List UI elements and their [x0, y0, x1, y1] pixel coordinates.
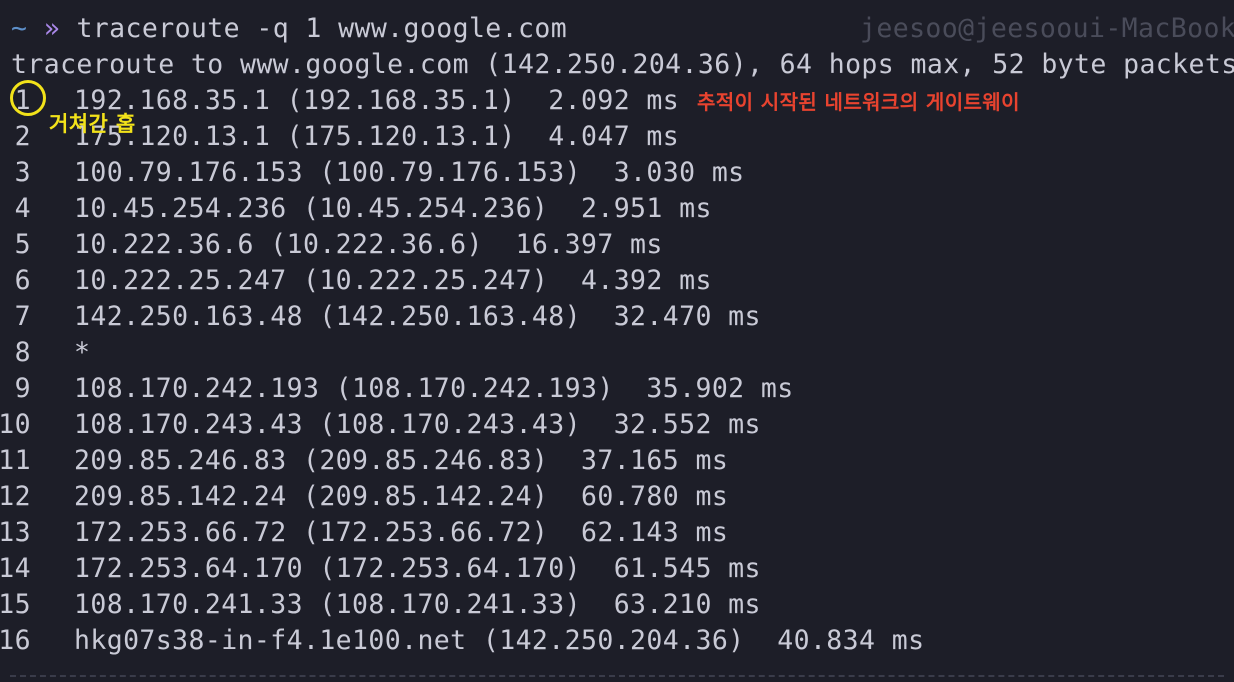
hop-detail: 172.253.66.72 (172.253.66.72) 62.143 ms: [74, 517, 729, 548]
hop-detail: 192.168.35.1 (192.168.35.1) 2.092 ms: [74, 85, 680, 116]
hop-number: 11: [0, 445, 31, 476]
hop-detail: 108.170.242.193 (108.170.242.193) 35.902…: [74, 373, 794, 404]
hop-detail: 142.250.163.48 (142.250.163.48) 32.470 m…: [74, 301, 761, 332]
hop-number: 6: [14, 265, 31, 296]
hop-number: 3: [14, 157, 31, 188]
hop-detail: 175.120.13.1 (175.120.13.1) 4.047 ms: [74, 121, 680, 152]
hop-number: 2: [14, 121, 31, 152]
hop-number: 12: [0, 481, 31, 512]
hop-number: 10: [0, 409, 31, 440]
hop-detail: *: [74, 337, 91, 368]
right-prompt-user-host: jeesoo@jeesooui-MacBookP: [860, 13, 1234, 44]
hop-detail: 100.79.176.153 (100.79.176.153) 3.030 ms: [74, 157, 745, 188]
traceroute-header-line: traceroute to www.google.com (142.250.20…: [11, 49, 1234, 80]
hop-detail: 209.85.246.83 (209.85.246.83) 37.165 ms: [74, 445, 729, 476]
hop-number: 14: [0, 553, 31, 584]
command-prompt-line: ~ » traceroute -q 1 www.google.com: [11, 11, 567, 47]
hop-number: 13: [0, 517, 31, 548]
hop-number: 8: [14, 337, 31, 368]
hop-number: 4: [14, 193, 31, 224]
hop-detail: 108.170.241.33 (108.170.241.33) 63.210 m…: [74, 589, 761, 620]
gateway-annotation-label: 추적이 시작된 네트워크의 게이트웨이: [697, 90, 1020, 114]
hop-annotation-label: 거쳐간 홉: [49, 112, 136, 136]
hop-detail: hkg07s38-in-f4.1e100.net (142.250.204.36…: [74, 625, 925, 656]
hop-number: 9: [14, 373, 31, 404]
hop-detail: 10.222.25.247 (10.222.25.247) 4.392 ms: [74, 265, 712, 296]
prompt-arrows: »: [43, 13, 61, 44]
prompt-tilde: ~: [11, 13, 28, 44]
hop-number: 15: [0, 589, 31, 620]
hop-detail: 10.45.254.236 (10.45.254.236) 2.951 ms: [74, 193, 712, 224]
hop-number: 7: [14, 301, 31, 332]
hop-detail: 209.85.142.24 (209.85.142.24) 60.780 ms: [74, 481, 729, 512]
hop-number: 5: [14, 229, 31, 260]
hop-number-highlight-circle: [10, 80, 46, 116]
prompt-divider: [10, 675, 1224, 677]
hop-detail: 108.170.243.43 (108.170.243.43) 32.552 m…: [74, 409, 761, 440]
terminal-window: ~ » traceroute -q 1 www.google.com jeeso…: [0, 0, 1234, 682]
hop-number: 16: [0, 625, 31, 656]
command-text: traceroute -q 1 www.google.com: [76, 13, 568, 44]
hop-detail: 172.253.64.170 (172.253.64.170) 61.545 m…: [74, 553, 761, 584]
hop-detail: 10.222.36.6 (10.222.36.6) 16.397 ms: [74, 229, 663, 260]
